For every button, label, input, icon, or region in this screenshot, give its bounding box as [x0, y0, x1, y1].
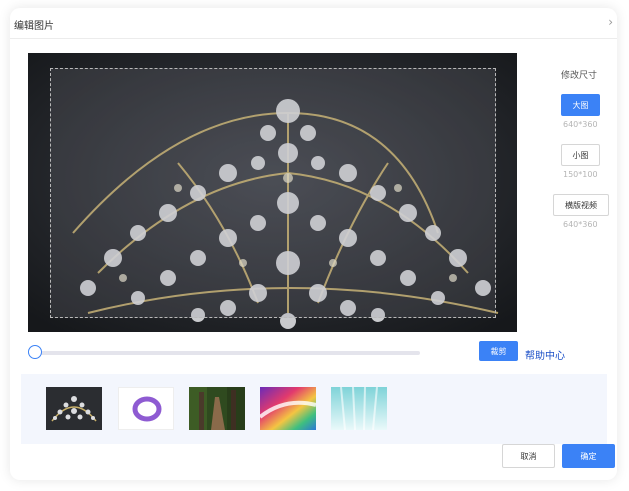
size-small-dims: 150*100 — [563, 170, 598, 179]
thumbnail-purple-ring[interactable] — [118, 387, 174, 430]
zoom-slider-track[interactable] — [40, 351, 420, 355]
size-small-button[interactable]: 小图 — [561, 144, 600, 166]
chevron-right-icon[interactable]: › — [608, 15, 613, 29]
help-center-link[interactable]: 帮助中心 — [525, 347, 565, 362]
cancel-button[interactable]: 取消 — [502, 444, 555, 468]
dialog-title: 编辑图片 — [14, 21, 54, 32]
thumbnail-colorful-swirl[interactable] — [260, 387, 316, 430]
zoom-slider-handle[interactable] — [28, 345, 42, 359]
confirm-button[interactable]: 确定 — [562, 444, 615, 468]
crop-selection-box[interactable] — [50, 68, 496, 318]
size-panel-title: 修改尺寸 — [561, 71, 598, 81]
dialog-header: 编辑图片 › — [10, 8, 617, 39]
thumbnail-forest-path[interactable] — [189, 387, 245, 430]
edit-image-dialog: 编辑图片 › 修改尺寸 大图 640*360 小图 150*100 横版视频 6… — [10, 8, 617, 480]
thumbnail-light-rays[interactable] — [331, 387, 387, 430]
size-large-button[interactable]: 大图 — [561, 94, 600, 116]
size-large-dims: 640*360 — [563, 120, 598, 129]
thumbnail-strip — [21, 374, 607, 444]
size-video-dims: 640*360 — [563, 220, 598, 229]
thumbnail-crown[interactable] — [46, 387, 102, 430]
crop-button[interactable]: 裁剪 — [479, 341, 518, 361]
size-video-button[interactable]: 横版视频 — [553, 194, 609, 216]
image-canvas[interactable] — [28, 53, 517, 332]
